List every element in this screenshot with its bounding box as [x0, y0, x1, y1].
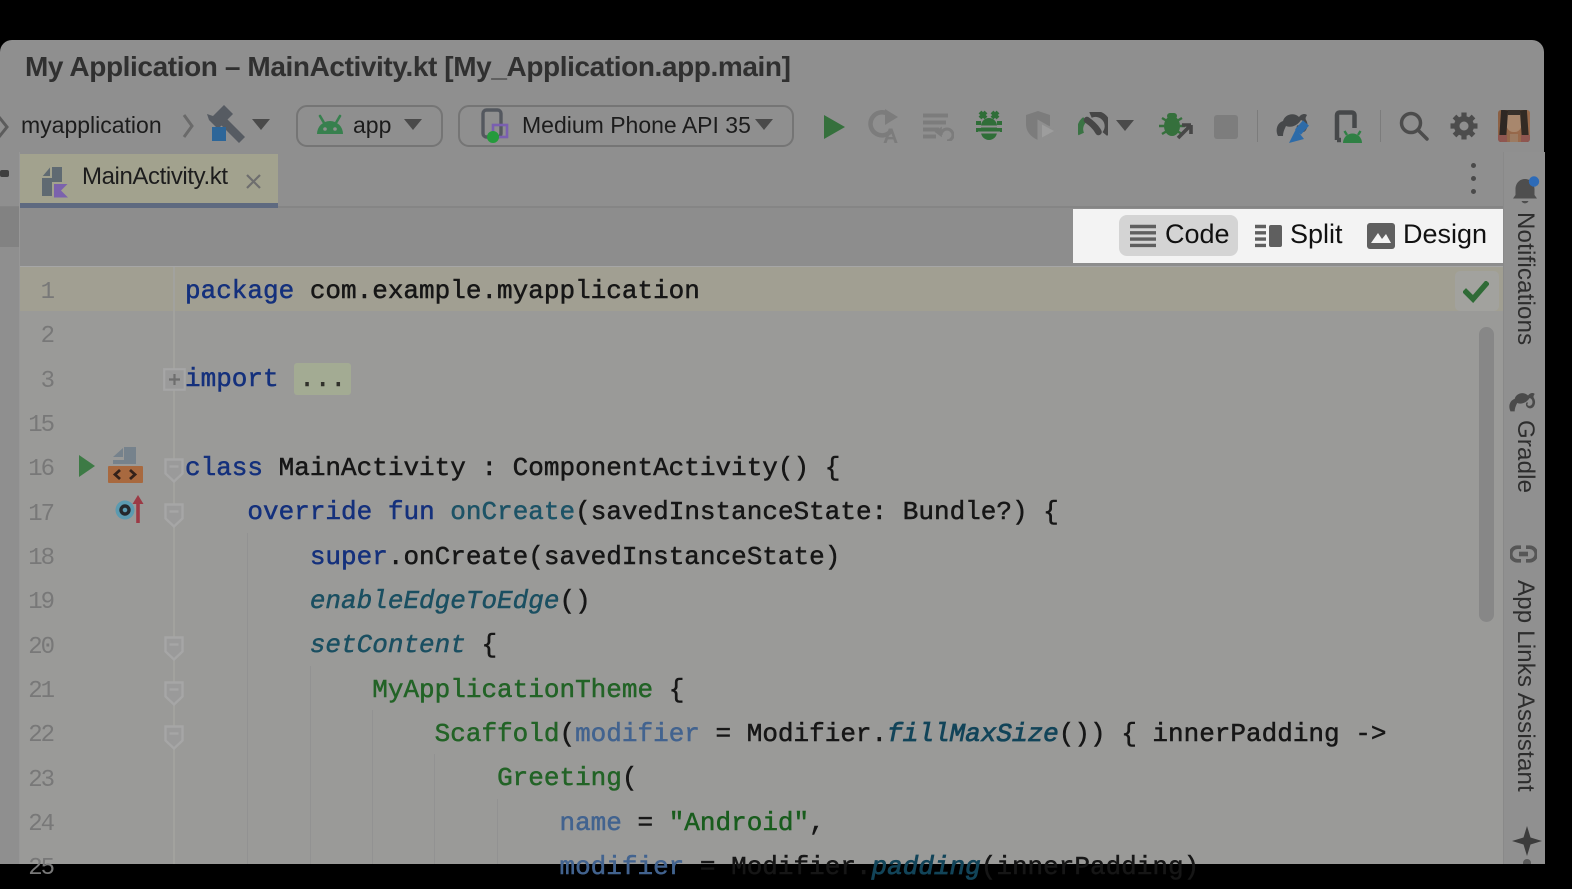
svg-text:A: A — [883, 125, 898, 144]
